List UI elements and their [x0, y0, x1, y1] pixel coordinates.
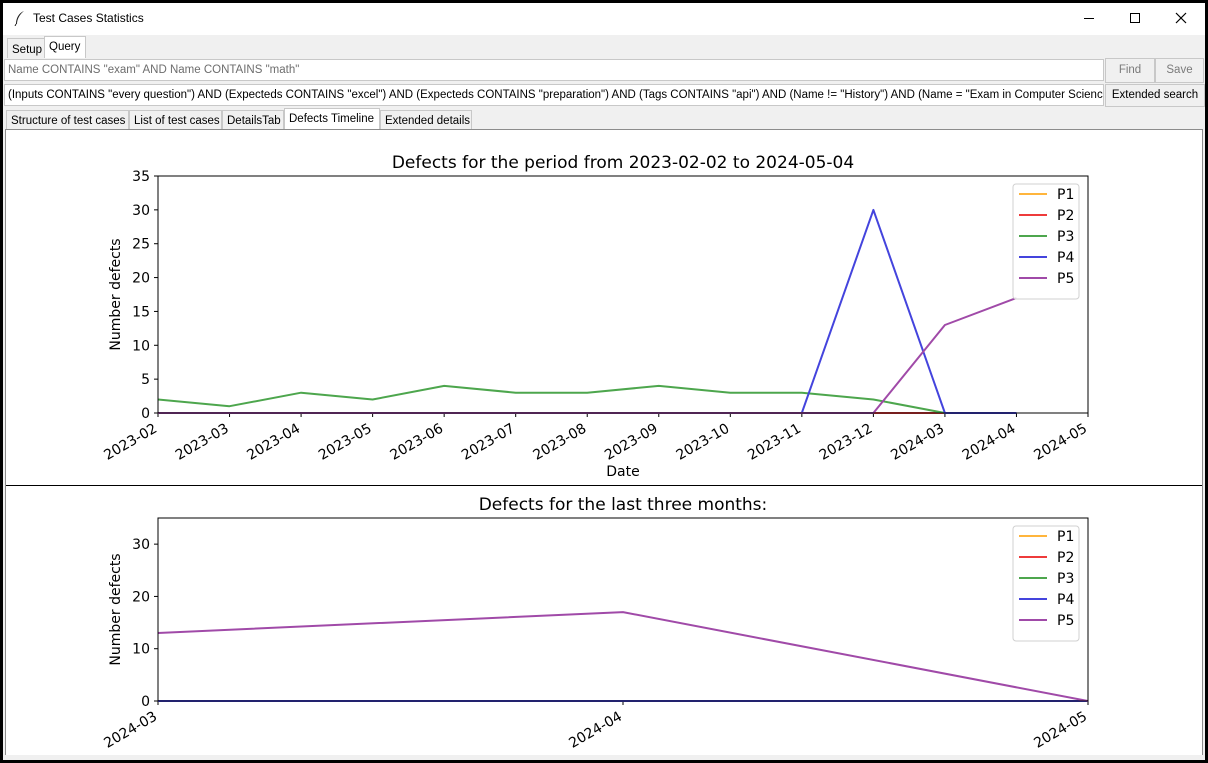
- x-tick-label: 2023-12: [817, 421, 876, 464]
- window-title: Test Cases Statistics: [33, 11, 144, 25]
- series-line-p5: [158, 611, 1088, 702]
- charts-canvas: Defects for the period from 2023-02-02 t…: [6, 153, 1202, 752]
- legend-label: P4: [1057, 250, 1074, 266]
- chart-2: Defects for the last three months: 0 10 20 3…: [101, 495, 1090, 752]
- x-tick-label: 2023-10: [674, 421, 733, 464]
- x-tick-label: 2024-04: [566, 709, 625, 752]
- series-line-p4: [158, 208, 1017, 414]
- x-tick-label: 2023-06: [387, 421, 446, 464]
- tab-details[interactable]: DetailsTab: [222, 110, 284, 130]
- y-tick-label: 30: [132, 537, 150, 553]
- x-tick-label: 2023-08: [531, 421, 590, 464]
- tab-structure-of-test-cases[interactable]: Structure of test cases: [6, 110, 129, 130]
- x-tick-label: 2023-07: [459, 421, 518, 464]
- app-window: Test Cases Statistics Setup Query Name C…: [3, 3, 1205, 760]
- y-axis-label: Number defects: [108, 553, 124, 665]
- y-tick-label: 5: [141, 372, 150, 388]
- x-tick-label: 2023-05: [316, 421, 375, 464]
- legend-label: P5: [1057, 271, 1074, 287]
- chart-title: Defects for the last three months:: [479, 495, 768, 515]
- x-tick-label: 2024-05: [1031, 709, 1090, 752]
- x-tick-label: 2024-03: [101, 709, 160, 752]
- legend: P1 P2 P3 P4 P5: [1012, 525, 1080, 642]
- x-tick-label: 2023-03: [173, 421, 232, 464]
- x-tick-label: 2023-09: [602, 421, 661, 464]
- title-bar: Test Cases Statistics: [3, 3, 1205, 35]
- y-tick-label: 20: [132, 589, 150, 605]
- maximize-button[interactable]: [1112, 3, 1158, 33]
- x-tick-label: 2023-04: [244, 421, 303, 464]
- y-tick-label: 25: [132, 237, 150, 253]
- y-tick-label: 35: [132, 169, 150, 185]
- maximize-icon: [1130, 13, 1140, 23]
- y-tick-label: 10: [132, 642, 150, 658]
- legend-label: P2: [1057, 208, 1074, 224]
- y-tick-label: 10: [132, 338, 150, 354]
- save-button[interactable]: Save: [1155, 58, 1204, 83]
- x-tick-label: 2023-02: [101, 421, 160, 464]
- minimize-icon: [1084, 18, 1094, 19]
- legend-label: P5: [1057, 613, 1074, 629]
- close-icon: [1175, 12, 1187, 24]
- x-tick-label: 2023-11: [745, 421, 804, 464]
- legend-label: P3: [1057, 229, 1074, 245]
- legend-label: P1: [1057, 529, 1074, 545]
- extended-query-input[interactable]: (Inputs CONTAINS "every question") AND (…: [4, 84, 1104, 106]
- plot-frame: [157, 175, 1089, 414]
- x-tick-label: 2024-05: [1031, 421, 1090, 464]
- legend: P1 P2 P3 P4 P5: [1012, 183, 1080, 300]
- tab-extended-details[interactable]: Extended details: [380, 110, 472, 130]
- series-line-p3: [158, 384, 1017, 414]
- x-axis-label: Date: [606, 464, 639, 480]
- x-tick-label: 2024-03: [888, 421, 947, 464]
- legend-label: P3: [1057, 571, 1074, 587]
- chart-1: Defects for the period from 2023-02-02 t…: [101, 153, 1090, 480]
- defects-timeline-panel: Defects for the period from 2023-02-02 t…: [5, 129, 1203, 757]
- close-button[interactable]: [1158, 3, 1204, 33]
- tab-query[interactable]: Query: [44, 36, 86, 58]
- search-input[interactable]: Name CONTAINS "exam" AND Name CONTAINS "…: [4, 59, 1104, 81]
- legend-label: P1: [1057, 187, 1074, 203]
- extended-search-button[interactable]: Extended search: [1105, 84, 1205, 107]
- find-button[interactable]: Find: [1105, 58, 1155, 83]
- y-tick-label: 20: [132, 271, 150, 287]
- y-tick-label: 15: [132, 304, 150, 320]
- y-tick-label: 30: [132, 203, 150, 219]
- legend-label: P4: [1057, 592, 1074, 608]
- chart-title: Defects for the period from 2023-02-02 t…: [392, 153, 854, 173]
- y-axis-label: Number defects: [108, 238, 124, 350]
- status-strip: [3, 755, 1205, 760]
- minimize-button[interactable]: [1066, 3, 1112, 33]
- tab-defects-timeline[interactable]: Defects Timeline: [284, 108, 380, 130]
- tab-setup[interactable]: Setup: [7, 38, 45, 58]
- tab-list-of-test-cases[interactable]: List of test cases: [129, 110, 222, 130]
- feather-icon: [13, 10, 27, 30]
- legend-label: P2: [1057, 550, 1074, 566]
- y-tick-label: 0: [141, 694, 150, 710]
- x-tick-label: 2024-04: [960, 421, 1019, 464]
- y-tick-label: 0: [141, 406, 150, 422]
